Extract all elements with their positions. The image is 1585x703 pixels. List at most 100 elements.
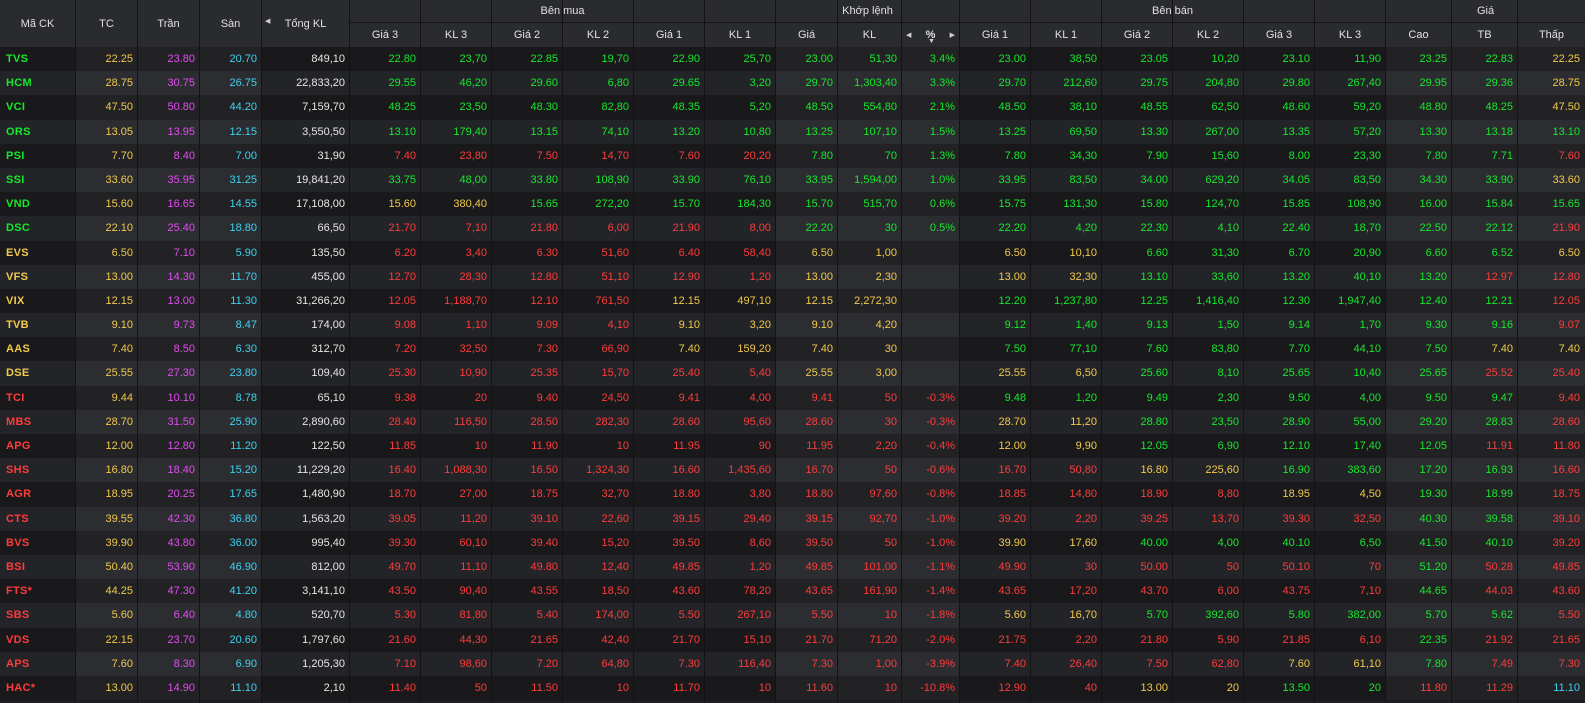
sort-down-icon[interactable]: ▼ [928,38,935,45]
ref-price-cell: 7.70 [76,143,138,168]
symbol-cell[interactable]: APS [0,652,76,676]
table-row[interactable]: TVB 9.10 9.73 8.47 174,00 9.08 1,10 9.09 4,10 9.1… [0,313,1585,338]
table-row[interactable]: AAS 7.40 8.50 6.30 312,70 7.20 32,50 7.30 66,90 7… [0,337,1585,362]
avg-price-cell: 22.83 [1452,47,1518,72]
table-row[interactable]: APS 7.60 8.30 6.90 1,205,30 7.10 98,60 7.20 64,8… [0,651,1585,676]
caret-left-icon[interactable]: ◀ [265,17,270,25]
header-symbol[interactable]: Mã CK [0,0,76,47]
header-ref[interactable]: TC [76,0,138,47]
header-low[interactable]: Thấp [1518,23,1585,47]
symbol-cell[interactable]: HCM [0,71,76,95]
ceiling-price-cell: 12.80 [138,434,200,459]
header-buy-price3[interactable]: Giá 3 [350,23,421,47]
symbol-cell[interactable]: BSI [0,555,76,579]
header-avg[interactable]: TB [1452,23,1518,47]
symbol-cell[interactable]: AAS [0,337,76,361]
match-pct-cell [902,240,960,265]
match-vol-cell: 97,60 [838,482,902,507]
total-volume-cell: 174,00 [311,319,345,332]
header-total-volume[interactable]: ◀ Tổng KL [262,0,350,47]
table-row[interactable]: HCM 28.75 30.75 26.75 22,833,20 29.55 46,20 29.… [0,71,1585,96]
table-row[interactable]: VDS 22.15 23.70 20.60 1,797,60 21.60 44,30 21.6… [0,627,1585,652]
symbol-cell[interactable]: VDS [0,628,76,652]
header-sell-vol2[interactable]: KL 2 [1173,23,1244,47]
symbol-cell[interactable]: AGR [0,482,76,506]
table-row[interactable]: DSC 22.10 25.40 18.80 66,50 21.70 7,10 21.80 6,0… [0,216,1585,241]
total-volume-cell: 7,159,70 [302,101,345,114]
header-sell-price3[interactable]: Giá 3 [1244,23,1315,47]
header-sell-vol1[interactable]: KL 1 [1031,23,1102,47]
symbol-cell[interactable]: VFS [0,265,76,289]
header-match-price[interactable]: Giá [776,23,838,47]
symbol-cell[interactable]: FTS* [0,579,76,603]
caret-right-icon[interactable]: ▶ [950,31,955,39]
symbol-cell[interactable]: DSC [0,216,76,240]
column-divider [901,0,902,703]
sell-price2-cell: 40.00 [1140,536,1168,549]
table-row[interactable]: APG 12.00 12.80 11.20 122,50 11.85 10 11.90 10 11… [0,434,1585,459]
table-row[interactable]: BSI 50.40 53.90 46.90 812,00 49.70 11,10 49.80 1… [0,554,1585,580]
table-row[interactable]: DSE 25.55 27.30 23.80 109,40 25.30 10,90 25.35 1… [0,361,1585,386]
symbol-cell[interactable]: SBS [0,603,76,627]
header-ceiling[interactable]: Trần [138,0,200,47]
table-row[interactable]: VCI 47.50 50.80 44.20 7,159,70 48.25 23,50 48.3… [0,95,1585,120]
symbol-cell[interactable]: SSI [0,168,76,192]
header-sell-vol3[interactable]: KL 3 [1315,23,1386,47]
header-high[interactable]: Cao [1386,23,1452,47]
table-row[interactable]: MBS 28.70 31.50 25.90 2,890,60 28.40 116,50 28.… [0,409,1585,434]
symbol-cell[interactable]: MBS [0,410,76,434]
symbol-cell[interactable]: HAC* [0,676,76,700]
ref-price-cell: 44.25 [76,579,138,604]
sell-price2-cell: 12.05 [1140,440,1168,452]
header-sell-price1[interactable]: Giá 1 [960,23,1031,47]
table-row[interactable]: FTS* 44.25 47.30 41.20 3,141,10 43.50 90,40 43.… [0,579,1585,604]
header-buy-vol2[interactable]: KL 2 [563,23,634,47]
symbol-cell[interactable]: VND [0,192,76,216]
match-vol-cell: 515,70 [838,192,902,217]
symbol-cell[interactable]: CTS [0,507,76,531]
header-buy-price1[interactable]: Giá 1 [634,23,705,47]
symbol-cell[interactable]: PSI [0,144,76,168]
symbol-cell[interactable]: DSE [0,361,76,385]
table-row[interactable]: HAC* 13.00 14.90 11.10 2,10 11.40 50 11.50 10 11.… [0,675,1585,701]
symbol-cell[interactable]: TVS [0,47,76,71]
header-buy-vol1[interactable]: KL 1 [705,23,776,47]
symbol-cell[interactable]: APG [0,434,76,458]
symbol-cell[interactable]: BVS [0,531,76,555]
table-row[interactable]: SSI 33.60 35.95 31.25 19,841,20 33.75 48,00 33.… [0,167,1585,193]
buy-price2-cell: 43.55 [530,585,558,598]
table-row[interactable]: VND 15.60 16.65 14.55 17,108,00 15.60 380,40 15… [0,192,1585,217]
table-row[interactable]: VFS 13.00 14.30 11.70 455,00 12.70 28,30 12.80 5… [0,264,1585,289]
symbol-cell[interactable]: SHS [0,458,76,482]
table-row[interactable]: SBS 5.60 6.40 4.80 520,70 5.30 81,80 5.40 174,00… [0,603,1585,628]
ceiling-price-cell: 14.90 [138,675,200,701]
header-buy-price2[interactable]: Giá 2 [492,23,563,47]
table-row[interactable]: AGR 18.95 20.25 17.65 1,480,90 18.70 27,00 18.7… [0,482,1585,507]
table-row[interactable]: TVS 22.25 23.80 20.70 849,10 22.80 23,70 22.85 1… [0,47,1585,72]
symbol-cell[interactable]: VCI [0,95,76,119]
table-row[interactable]: SHS 16.80 18.40 15.20 11,229,20 16.40 1,088,30… [0,458,1585,483]
buy-vol1-cell: 29,40 [743,512,771,525]
table-row[interactable]: VIX 12.15 13.00 11.30 31,266,20 12.05 1,188,70… [0,288,1585,314]
symbol-cell[interactable]: TCI [0,386,76,410]
table-row[interactable]: BVS 39.90 43.80 36.00 995,40 39.30 60,10 39.40 1… [0,530,1585,555]
symbol-cell[interactable]: ORS [0,120,76,144]
table-row[interactable]: PSI 7.70 8.40 7.00 31,90 7.40 23,80 7.50 14,70 7.… [0,143,1585,168]
header-sell-price2[interactable]: Giá 2 [1102,23,1173,47]
table-row[interactable]: CTS 39.55 42.30 36.80 1,563,20 39.05 11,20 39.1… [0,506,1585,531]
sell-vol1-cell: 34,30 [1069,149,1097,162]
symbol-cell[interactable]: VIX [0,289,76,313]
ceiling-price-cell: 6.40 [138,603,200,628]
match-price-cell: 13.25 [776,119,838,144]
table-row[interactable]: ORS 13.05 13.95 12.15 3,550,50 13.10 179,40 13.… [0,119,1585,144]
header-buy-vol3[interactable]: KL 3 [421,23,492,47]
buy-price2-cell: 7.50 [536,149,558,162]
symbol-cell[interactable]: TVB [0,313,76,337]
header-match-vol[interactable]: KL [838,23,902,47]
table-row[interactable]: EVS 6.50 7.10 5.90 135,50 6.20 3,40 6.30 51,60 6.… [0,240,1585,265]
symbol-cell[interactable]: EVS [0,241,76,265]
table-row[interactable]: TCI 9.44 10.10 8.78 65,10 9.38 20 9.40 24,50 9.41… [0,385,1585,410]
caret-left-icon[interactable]: ◀ [906,31,911,39]
header-floor[interactable]: Sàn [200,0,262,47]
header-match-pct[interactable]: ◀ % ▼ ▶ [902,23,960,47]
